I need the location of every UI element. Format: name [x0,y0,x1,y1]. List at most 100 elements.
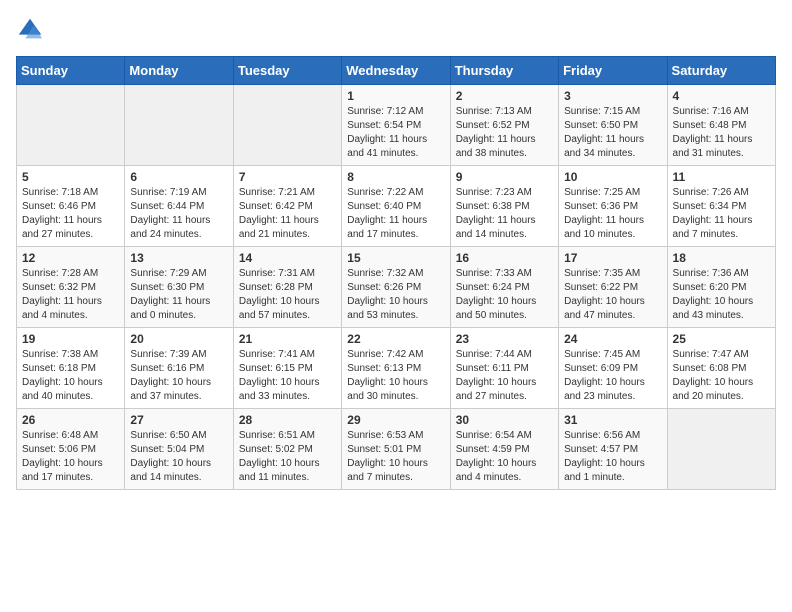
day-number: 20 [130,332,227,346]
calendar-cell: 25 Sunrise: 7:47 AM Sunset: 6:08 PM Dayli… [667,328,775,409]
day-info: Sunrise: 6:56 AM Sunset: 4:57 PM Dayligh… [564,429,661,485]
day-header-saturday: Saturday [667,57,775,85]
day-number: 5 [22,170,119,184]
calendar-cell: 15 Sunrise: 7:32 AM Sunset: 6:26 PM Dayli… [342,247,450,328]
day-info: Sunrise: 7:38 AM Sunset: 6:18 PM Dayligh… [22,348,119,404]
calendar-body: 1 Sunrise: 7:12 AM Sunset: 6:54 PM Daylig… [17,85,776,490]
day-info: Sunrise: 7:45 AM Sunset: 6:09 PM Dayligh… [564,348,661,404]
day-number: 3 [564,89,661,103]
day-header-wednesday: Wednesday [342,57,450,85]
calendar-week-row: 26 Sunrise: 6:48 AM Sunset: 5:06 PM Dayli… [17,409,776,490]
calendar-cell: 5 Sunrise: 7:18 AM Sunset: 6:46 PM Daylig… [17,166,125,247]
day-number: 7 [239,170,336,184]
calendar-cell: 19 Sunrise: 7:38 AM Sunset: 6:18 PM Dayli… [17,328,125,409]
day-info: Sunrise: 7:21 AM Sunset: 6:42 PM Dayligh… [239,186,336,242]
day-number: 15 [347,251,444,265]
day-info: Sunrise: 7:44 AM Sunset: 6:11 PM Dayligh… [456,348,553,404]
day-number: 11 [673,170,770,184]
day-number: 27 [130,413,227,427]
calendar-cell: 1 Sunrise: 7:12 AM Sunset: 6:54 PM Daylig… [342,85,450,166]
day-number: 26 [22,413,119,427]
calendar-cell: 6 Sunrise: 7:19 AM Sunset: 6:44 PM Daylig… [125,166,233,247]
day-number: 24 [564,332,661,346]
calendar-cell: 11 Sunrise: 7:26 AM Sunset: 6:34 PM Dayli… [667,166,775,247]
day-number: 2 [456,89,553,103]
calendar-cell: 24 Sunrise: 7:45 AM Sunset: 6:09 PM Dayli… [559,328,667,409]
calendar-cell: 8Sunrise: 7:22 AM Sunset: 6:40 PM Daylig… [342,166,450,247]
day-info: Sunrise: 6:51 AM Sunset: 5:02 PM Dayligh… [239,429,336,485]
logo [16,16,48,44]
calendar-cell: 27 Sunrise: 6:50 AM Sunset: 5:04 PM Dayli… [125,409,233,490]
day-number: 14 [239,251,336,265]
day-number: 13 [130,251,227,265]
day-info: Sunrise: 6:48 AM Sunset: 5:06 PM Dayligh… [22,429,119,485]
logo-icon [16,16,44,44]
calendar-cell: 21 Sunrise: 7:41 AM Sunset: 6:15 PM Dayli… [233,328,341,409]
calendar-week-row: 5 Sunrise: 7:18 AM Sunset: 6:46 PM Daylig… [17,166,776,247]
day-info: Sunrise: 7:26 AM Sunset: 6:34 PM Dayligh… [673,186,770,242]
day-info: Sunrise: 7:15 AM Sunset: 6:50 PM Dayligh… [564,105,661,161]
day-number: 4 [673,89,770,103]
day-info: Sunrise: 6:54 AM Sunset: 4:59 PM Dayligh… [456,429,553,485]
day-info: Sunrise: 7:16 AM Sunset: 6:48 PM Dayligh… [673,105,770,161]
calendar-cell: 26 Sunrise: 6:48 AM Sunset: 5:06 PM Dayli… [17,409,125,490]
day-info: Sunrise: 7:23 AM Sunset: 6:38 PM Dayligh… [456,186,553,242]
day-number: 21 [239,332,336,346]
day-info: Sunrise: 7:18 AM Sunset: 6:46 PM Dayligh… [22,186,119,242]
day-number: 31 [564,413,661,427]
calendar-cell: 14 Sunrise: 7:31 AM Sunset: 6:28 PM Dayli… [233,247,341,328]
calendar-week-row: 19 Sunrise: 7:38 AM Sunset: 6:18 PM Dayli… [17,328,776,409]
day-info: Sunrise: 7:19 AM Sunset: 6:44 PM Dayligh… [130,186,227,242]
day-number: 9 [456,170,553,184]
calendar-cell: 31 Sunrise: 6:56 AM Sunset: 4:57 PM Dayli… [559,409,667,490]
calendar-cell: 7 Sunrise: 7:21 AM Sunset: 6:42 PM Daylig… [233,166,341,247]
day-info: Sunrise: 7:39 AM Sunset: 6:16 PM Dayligh… [130,348,227,404]
calendar-cell [17,85,125,166]
day-number: 28 [239,413,336,427]
calendar-cell: 9 Sunrise: 7:23 AM Sunset: 6:38 PM Daylig… [450,166,558,247]
calendar-cell [125,85,233,166]
day-number: 12 [22,251,119,265]
day-info: Sunrise: 6:53 AM Sunset: 5:01 PM Dayligh… [347,429,444,485]
day-number: 30 [456,413,553,427]
day-header-tuesday: Tuesday [233,57,341,85]
calendar-cell: 10Sunrise: 7:25 AM Sunset: 6:36 PM Dayli… [559,166,667,247]
calendar-cell: 16 Sunrise: 7:33 AM Sunset: 6:24 PM Dayli… [450,247,558,328]
day-info: Sunrise: 7:12 AM Sunset: 6:54 PM Dayligh… [347,105,444,161]
calendar-cell: 23 Sunrise: 7:44 AM Sunset: 6:11 PM Dayli… [450,328,558,409]
calendar-cell: 2 Sunrise: 7:13 AM Sunset: 6:52 PM Daylig… [450,85,558,166]
day-info: Sunrise: 7:33 AM Sunset: 6:24 PM Dayligh… [456,267,553,323]
calendar-cell: 18Sunrise: 7:36 AM Sunset: 6:20 PM Dayli… [667,247,775,328]
day-number: 8 [347,170,444,184]
calendar-cell: 22Sunrise: 7:42 AM Sunset: 6:13 PM Dayli… [342,328,450,409]
calendar-cell: 4 Sunrise: 7:16 AM Sunset: 6:48 PM Daylig… [667,85,775,166]
day-info: Sunrise: 7:41 AM Sunset: 6:15 PM Dayligh… [239,348,336,404]
day-number: 16 [456,251,553,265]
day-number: 19 [22,332,119,346]
day-info: Sunrise: 7:32 AM Sunset: 6:26 PM Dayligh… [347,267,444,323]
calendar-cell: 17 Sunrise: 7:35 AM Sunset: 6:22 PM Dayli… [559,247,667,328]
calendar-week-row: 1 Sunrise: 7:12 AM Sunset: 6:54 PM Daylig… [17,85,776,166]
day-number: 6 [130,170,227,184]
day-info: Sunrise: 7:35 AM Sunset: 6:22 PM Dayligh… [564,267,661,323]
day-number: 25 [673,332,770,346]
day-header-monday: Monday [125,57,233,85]
calendar-week-row: 12 Sunrise: 7:28 AM Sunset: 6:32 PM Dayli… [17,247,776,328]
day-info: Sunrise: 7:31 AM Sunset: 6:28 PM Dayligh… [239,267,336,323]
day-info: Sunrise: 6:50 AM Sunset: 5:04 PM Dayligh… [130,429,227,485]
day-info: Sunrise: 7:28 AM Sunset: 6:32 PM Dayligh… [22,267,119,323]
day-number: 22 [347,332,444,346]
day-number: 23 [456,332,553,346]
calendar-cell [667,409,775,490]
calendar-cell: 12 Sunrise: 7:28 AM Sunset: 6:32 PM Dayli… [17,247,125,328]
calendar-cell: 28 Sunrise: 6:51 AM Sunset: 5:02 PM Dayli… [233,409,341,490]
day-info: Sunrise: 7:29 AM Sunset: 6:30 PM Dayligh… [130,267,227,323]
day-info: Sunrise: 7:47 AM Sunset: 6:08 PM Dayligh… [673,348,770,404]
calendar-table: SundayMondayTuesdayWednesdayThursdayFrid… [16,56,776,490]
calendar-cell: 29Sunrise: 6:53 AM Sunset: 5:01 PM Dayli… [342,409,450,490]
day-number: 17 [564,251,661,265]
calendar-cell: 13 Sunrise: 7:29 AM Sunset: 6:30 PM Dayli… [125,247,233,328]
day-number: 1 [347,89,444,103]
day-info: Sunrise: 7:13 AM Sunset: 6:52 PM Dayligh… [456,105,553,161]
calendar-cell: 3 Sunrise: 7:15 AM Sunset: 6:50 PM Daylig… [559,85,667,166]
